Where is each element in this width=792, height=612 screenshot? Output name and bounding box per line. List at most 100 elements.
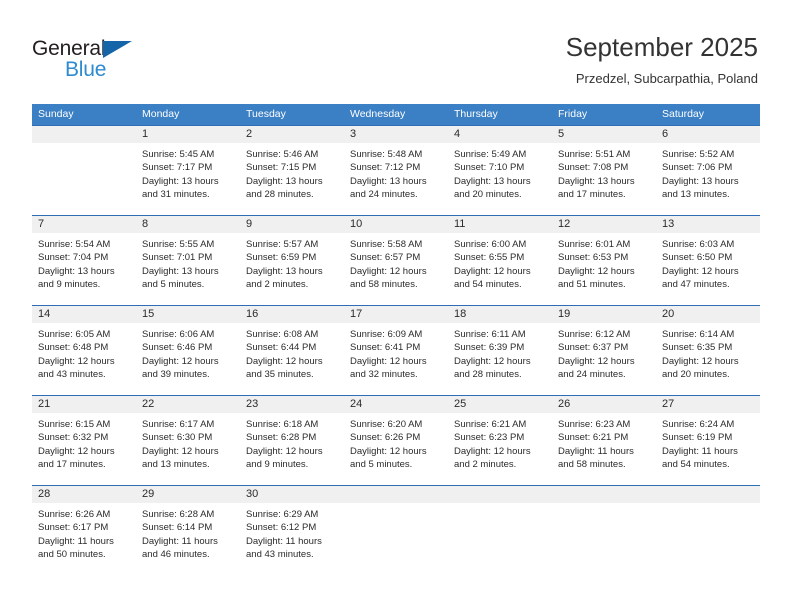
general-blue-logo[interactable]: General Blue xyxy=(32,38,152,84)
day-cell[interactable]: 21 Sunrise: 6:15 AM Sunset: 6:32 PM Dayligh… xyxy=(32,395,136,486)
day-cell[interactable]: 3 Sunrise: 5:48 AM Sunset: 7:12 PM Daylight… xyxy=(344,125,448,216)
title-block: September 2025 Przedzel, Subcarpathia, P… xyxy=(566,31,758,88)
day-cell[interactable]: 1 Sunrise: 5:45 AM Sunset: 7:17 PM Daylight… xyxy=(136,125,240,216)
day-cell[interactable] xyxy=(32,125,136,216)
daylight-text-line1: Daylight: 12 hours xyxy=(558,355,635,367)
day-cell[interactable]: 17 Sunrise: 6:09 AM Sunset: 6:41 PM Dayligh… xyxy=(344,305,448,396)
day-info: Sunrise: 6:12 AM Sunset: 6:37 PM Daylight:… xyxy=(552,323,656,382)
day-info: Sunrise: 6:09 AM Sunset: 6:41 PM Daylight:… xyxy=(344,323,448,382)
sunrise-text: Sunrise: 6:23 AM xyxy=(558,419,631,430)
day-number: 22 xyxy=(136,396,240,413)
day-cell[interactable]: 25 Sunrise: 6:21 AM Sunset: 6:23 PM Dayligh… xyxy=(448,395,552,486)
day-cell[interactable]: 22 Sunrise: 6:17 AM Sunset: 6:30 PM Dayligh… xyxy=(136,395,240,486)
day-number: 15 xyxy=(136,306,240,323)
day-cell[interactable]: 14 Sunrise: 6:05 AM Sunset: 6:48 PM Dayligh… xyxy=(32,305,136,396)
day-number: 17 xyxy=(344,306,448,323)
sunset-text: Sunset: 6:55 PM xyxy=(454,252,525,264)
calendar-week-row: 21 Sunrise: 6:15 AM Sunset: 6:32 PM Dayligh… xyxy=(32,395,760,486)
sunset-text: Sunset: 6:30 PM xyxy=(142,432,213,444)
daylight-text-line1: Daylight: 11 hours xyxy=(246,535,322,547)
logo-text-general: General xyxy=(32,37,106,60)
day-number: 13 xyxy=(656,216,760,233)
sunset-text: Sunset: 7:01 PM xyxy=(142,252,213,264)
day-number xyxy=(552,486,656,503)
daylight-text-line1: Daylight: 13 hours xyxy=(246,265,323,277)
day-info: Sunrise: 5:51 AM Sunset: 7:08 PM Daylight:… xyxy=(552,143,656,202)
daylight-text-line1: Daylight: 12 hours xyxy=(662,265,739,277)
day-cell[interactable]: 23 Sunrise: 6:18 AM Sunset: 6:28 PM Dayligh… xyxy=(240,395,344,486)
sunrise-text: Sunrise: 6:18 AM xyxy=(246,419,319,430)
day-cell[interactable]: 16 Sunrise: 6:08 AM Sunset: 6:44 PM Dayligh… xyxy=(240,305,344,396)
day-cell[interactable]: 30 Sunrise: 6:29 AM Sunset: 6:12 PM Dayligh… xyxy=(240,485,344,576)
daylight-text-line2: and 24 minutes. xyxy=(558,369,626,381)
day-cell[interactable]: 12 Sunrise: 6:01 AM Sunset: 6:53 PM Dayligh… xyxy=(552,215,656,306)
day-number: 5 xyxy=(552,126,656,143)
sunset-text: Sunset: 7:04 PM xyxy=(38,252,109,264)
sunrise-text: Sunrise: 5:58 AM xyxy=(350,239,423,250)
sunset-text: Sunset: 6:59 PM xyxy=(246,252,317,264)
calendar-week-row: 14 Sunrise: 6:05 AM Sunset: 6:48 PM Dayligh… xyxy=(32,305,760,396)
sunrise-text: Sunrise: 6:24 AM xyxy=(662,419,735,430)
day-cell[interactable]: 15 Sunrise: 6:06 AM Sunset: 6:46 PM Dayligh… xyxy=(136,305,240,396)
day-cell[interactable]: 2 Sunrise: 5:46 AM Sunset: 7:15 PM Daylight… xyxy=(240,125,344,216)
day-cell[interactable]: 5 Sunrise: 5:51 AM Sunset: 7:08 PM Daylight… xyxy=(552,125,656,216)
sunset-text: Sunset: 6:12 PM xyxy=(246,522,317,534)
day-cell[interactable] xyxy=(656,485,760,576)
day-cell[interactable]: 13 Sunrise: 6:03 AM Sunset: 6:50 PM Dayligh… xyxy=(656,215,760,306)
sunset-text: Sunset: 7:15 PM xyxy=(246,162,317,174)
day-cell[interactable] xyxy=(448,485,552,576)
day-cell[interactable]: 6 Sunrise: 5:52 AM Sunset: 7:06 PM Daylight… xyxy=(656,125,760,216)
sunset-text: Sunset: 7:17 PM xyxy=(142,162,213,174)
day-cell[interactable]: 24 Sunrise: 6:20 AM Sunset: 6:26 PM Dayligh… xyxy=(344,395,448,486)
day-cell[interactable]: 26 Sunrise: 6:23 AM Sunset: 6:21 PM Dayligh… xyxy=(552,395,656,486)
day-cell[interactable]: 20 Sunrise: 6:14 AM Sunset: 6:35 PM Dayligh… xyxy=(656,305,760,396)
sunset-text: Sunset: 6:50 PM xyxy=(662,252,733,264)
daylight-text-line1: Daylight: 12 hours xyxy=(350,445,427,457)
daylight-text-line2: and 43 minutes. xyxy=(246,549,314,561)
day-cell[interactable]: 10 Sunrise: 5:58 AM Sunset: 6:57 PM Dayligh… xyxy=(344,215,448,306)
sunrise-text: Sunrise: 6:29 AM xyxy=(246,509,319,520)
sunset-text: Sunset: 6:19 PM xyxy=(662,432,733,444)
day-cell[interactable]: 28 Sunrise: 6:26 AM Sunset: 6:17 PM Dayligh… xyxy=(32,485,136,576)
logo-triangle-icon xyxy=(103,41,132,58)
day-info: Sunrise: 6:24 AM Sunset: 6:19 PM Daylight:… xyxy=(656,413,760,472)
day-cell[interactable]: 27 Sunrise: 6:24 AM Sunset: 6:19 PM Dayligh… xyxy=(656,395,760,486)
weekday-header-saturday: Saturday xyxy=(656,104,760,126)
day-cell[interactable]: 19 Sunrise: 6:12 AM Sunset: 6:37 PM Dayligh… xyxy=(552,305,656,396)
sunrise-text: Sunrise: 6:09 AM xyxy=(350,329,423,340)
sunrise-text: Sunrise: 6:20 AM xyxy=(350,419,423,430)
day-cell[interactable]: 29 Sunrise: 6:28 AM Sunset: 6:14 PM Dayligh… xyxy=(136,485,240,576)
daylight-text-line1: Daylight: 12 hours xyxy=(454,265,531,277)
daylight-text-line2: and 50 minutes. xyxy=(38,549,106,561)
day-cell[interactable]: 11 Sunrise: 6:00 AM Sunset: 6:55 PM Dayligh… xyxy=(448,215,552,306)
day-info: Sunrise: 5:55 AM Sunset: 7:01 PM Daylight:… xyxy=(136,233,240,292)
sunset-text: Sunset: 6:23 PM xyxy=(454,432,525,444)
sunrise-text: Sunrise: 6:21 AM xyxy=(454,419,527,430)
day-cell[interactable]: 9 Sunrise: 5:57 AM Sunset: 6:59 PM Daylight… xyxy=(240,215,344,306)
day-cell[interactable] xyxy=(344,485,448,576)
day-cell[interactable] xyxy=(552,485,656,576)
daylight-text-line2: and 35 minutes. xyxy=(246,369,314,381)
logo-text-blue: Blue xyxy=(65,58,107,81)
day-info: Sunrise: 6:01 AM Sunset: 6:53 PM Daylight:… xyxy=(552,233,656,292)
day-number: 10 xyxy=(344,216,448,233)
weekday-header-friday: Friday xyxy=(552,104,656,126)
day-info xyxy=(448,503,552,508)
day-info: Sunrise: 5:46 AM Sunset: 7:15 PM Daylight:… xyxy=(240,143,344,202)
calendar-body: 1 Sunrise: 5:45 AM Sunset: 7:17 PM Daylight… xyxy=(32,125,760,576)
daylight-text-line1: Daylight: 13 hours xyxy=(662,175,739,187)
day-cell[interactable]: 18 Sunrise: 6:11 AM Sunset: 6:39 PM Dayligh… xyxy=(448,305,552,396)
day-cell[interactable]: 7 Sunrise: 5:54 AM Sunset: 7:04 PM Daylight… xyxy=(32,215,136,306)
sunrise-text: Sunrise: 6:17 AM xyxy=(142,419,215,430)
daylight-text-line2: and 20 minutes. xyxy=(662,369,730,381)
sunrise-text: Sunrise: 5:52 AM xyxy=(662,149,735,160)
day-number: 7 xyxy=(32,216,136,233)
day-info: Sunrise: 5:52 AM Sunset: 7:06 PM Daylight:… xyxy=(656,143,760,202)
day-cell[interactable]: 8 Sunrise: 5:55 AM Sunset: 7:01 PM Daylight… xyxy=(136,215,240,306)
day-info: Sunrise: 6:05 AM Sunset: 6:48 PM Daylight:… xyxy=(32,323,136,382)
sunset-text: Sunset: 6:14 PM xyxy=(142,522,213,534)
day-info: Sunrise: 5:48 AM Sunset: 7:12 PM Daylight:… xyxy=(344,143,448,202)
sunset-text: Sunset: 6:41 PM xyxy=(350,342,421,354)
day-number: 19 xyxy=(552,306,656,323)
day-cell[interactable]: 4 Sunrise: 5:49 AM Sunset: 7:10 PM Daylight… xyxy=(448,125,552,216)
